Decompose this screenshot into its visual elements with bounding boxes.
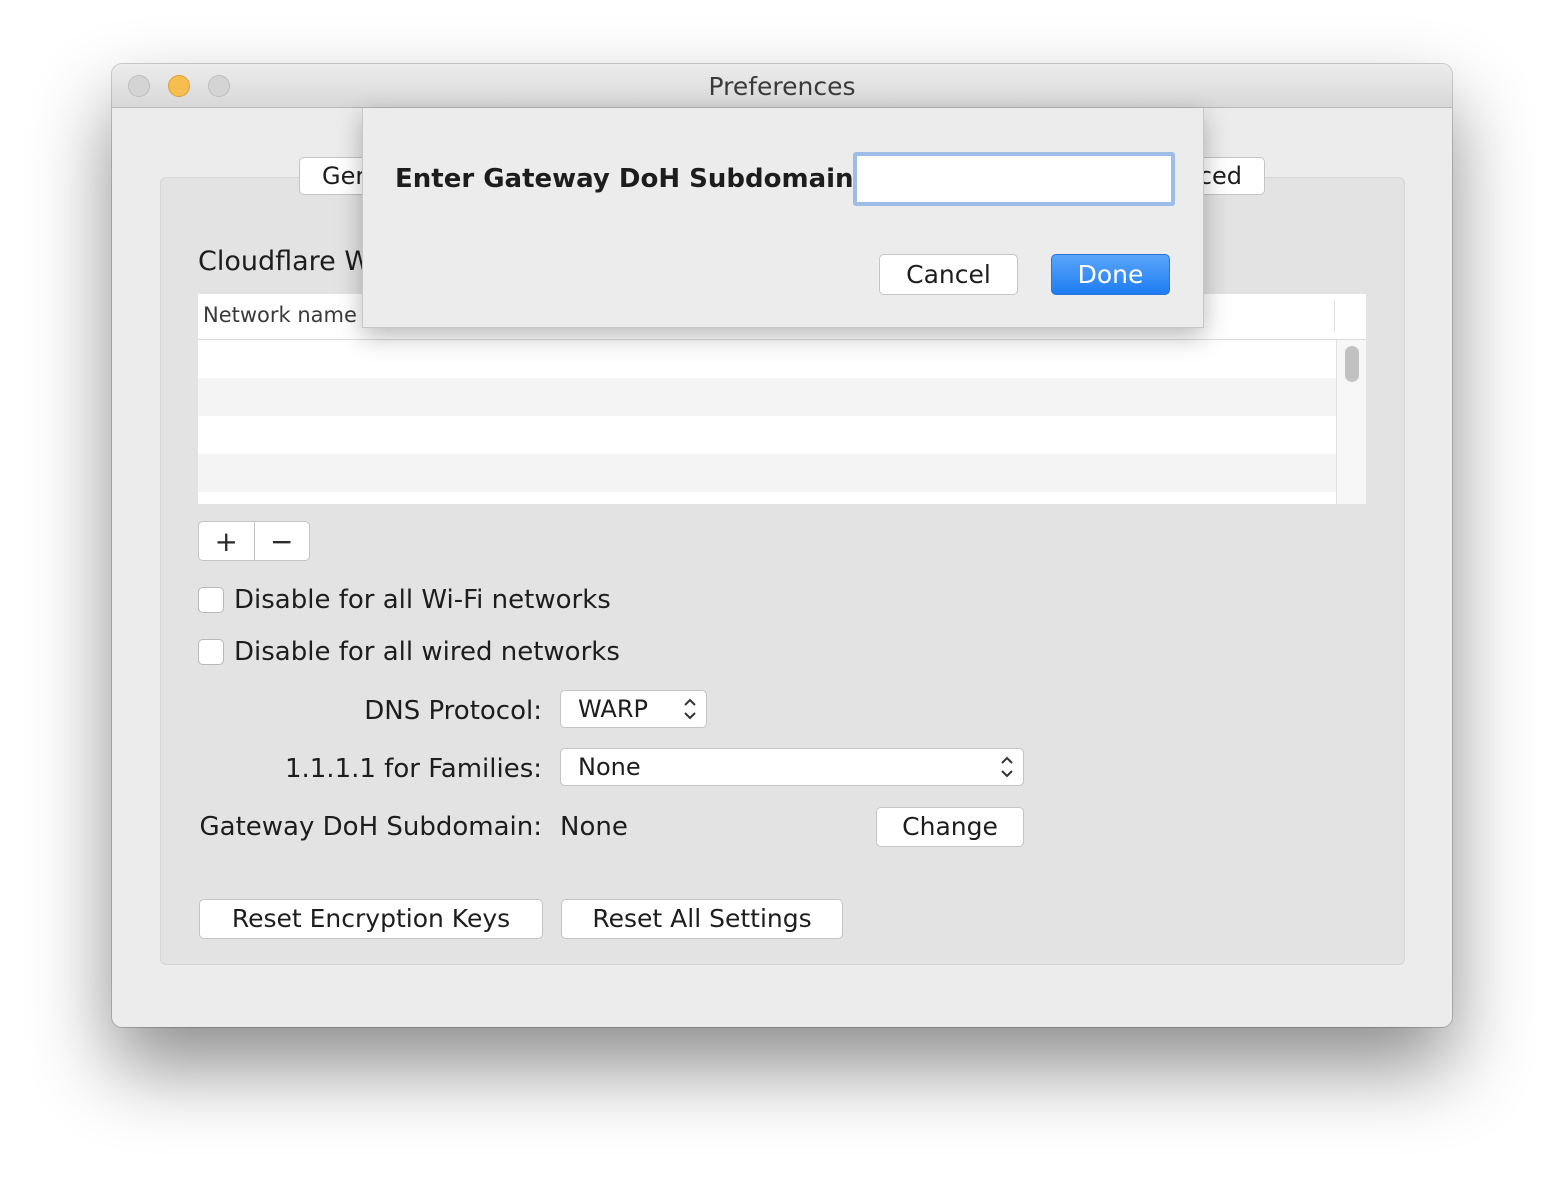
add-remove-control: + − [198,521,310,561]
families-label: 1.1.1.1 for Families: [284,754,542,784]
gateway-subdomain-sheet: Enter Gateway DoH Subdomain: Cancel Done [362,108,1204,328]
section-title: Cloudflare W [198,246,372,277]
cancel-button[interactable]: Cancel [879,254,1018,295]
add-network-button[interactable]: + [199,522,255,560]
disable-wired-row[interactable]: Disable for all wired networks [198,635,620,669]
disable-wifi-label[interactable]: Disable for all Wi-Fi networks [234,585,611,615]
gateway-subdomain-input[interactable] [853,152,1175,206]
disable-wired-checkbox[interactable] [198,639,224,665]
disable-wifi-checkbox[interactable] [198,587,224,613]
table-row[interactable] [198,378,1336,416]
table-row[interactable] [198,416,1336,454]
chevron-up-down-icon [684,698,696,720]
scrollbar-thumb[interactable] [1345,346,1359,382]
remove-network-button[interactable]: − [255,522,310,560]
change-gateway-button[interactable]: Change [876,807,1024,847]
window-title: Preferences [708,72,856,101]
chevron-up-down-icon [1001,756,1013,778]
dns-protocol-select[interactable]: WARP [560,690,707,728]
disable-wired-label[interactable]: Disable for all wired networks [234,637,620,667]
table-row[interactable] [198,340,1336,378]
disable-wifi-row[interactable]: Disable for all Wi-Fi networks [198,583,611,617]
families-select[interactable]: None [560,748,1024,786]
title-bar[interactable]: Preferences [112,64,1452,108]
dns-protocol-label: DNS Protocol: [364,696,542,726]
reset-all-settings-button[interactable]: Reset All Settings [561,899,843,939]
table-row[interactable] [198,454,1336,492]
families-value: None [578,753,641,781]
gateway-doh-value: None [560,812,628,842]
column-header-network-name[interactable]: Network name [203,303,357,327]
dns-protocol-value: WARP [578,695,648,723]
table-scrollbar[interactable] [1336,340,1366,504]
sheet-prompt-label: Enter Gateway DoH Subdomain: [395,164,864,194]
table-row[interactable] [198,492,1336,504]
done-button[interactable]: Done [1051,254,1170,295]
column-divider [1334,300,1335,332]
gateway-doh-label: Gateway DoH Subdomain: [199,812,542,842]
reset-encryption-keys-button[interactable]: Reset Encryption Keys [199,899,543,939]
